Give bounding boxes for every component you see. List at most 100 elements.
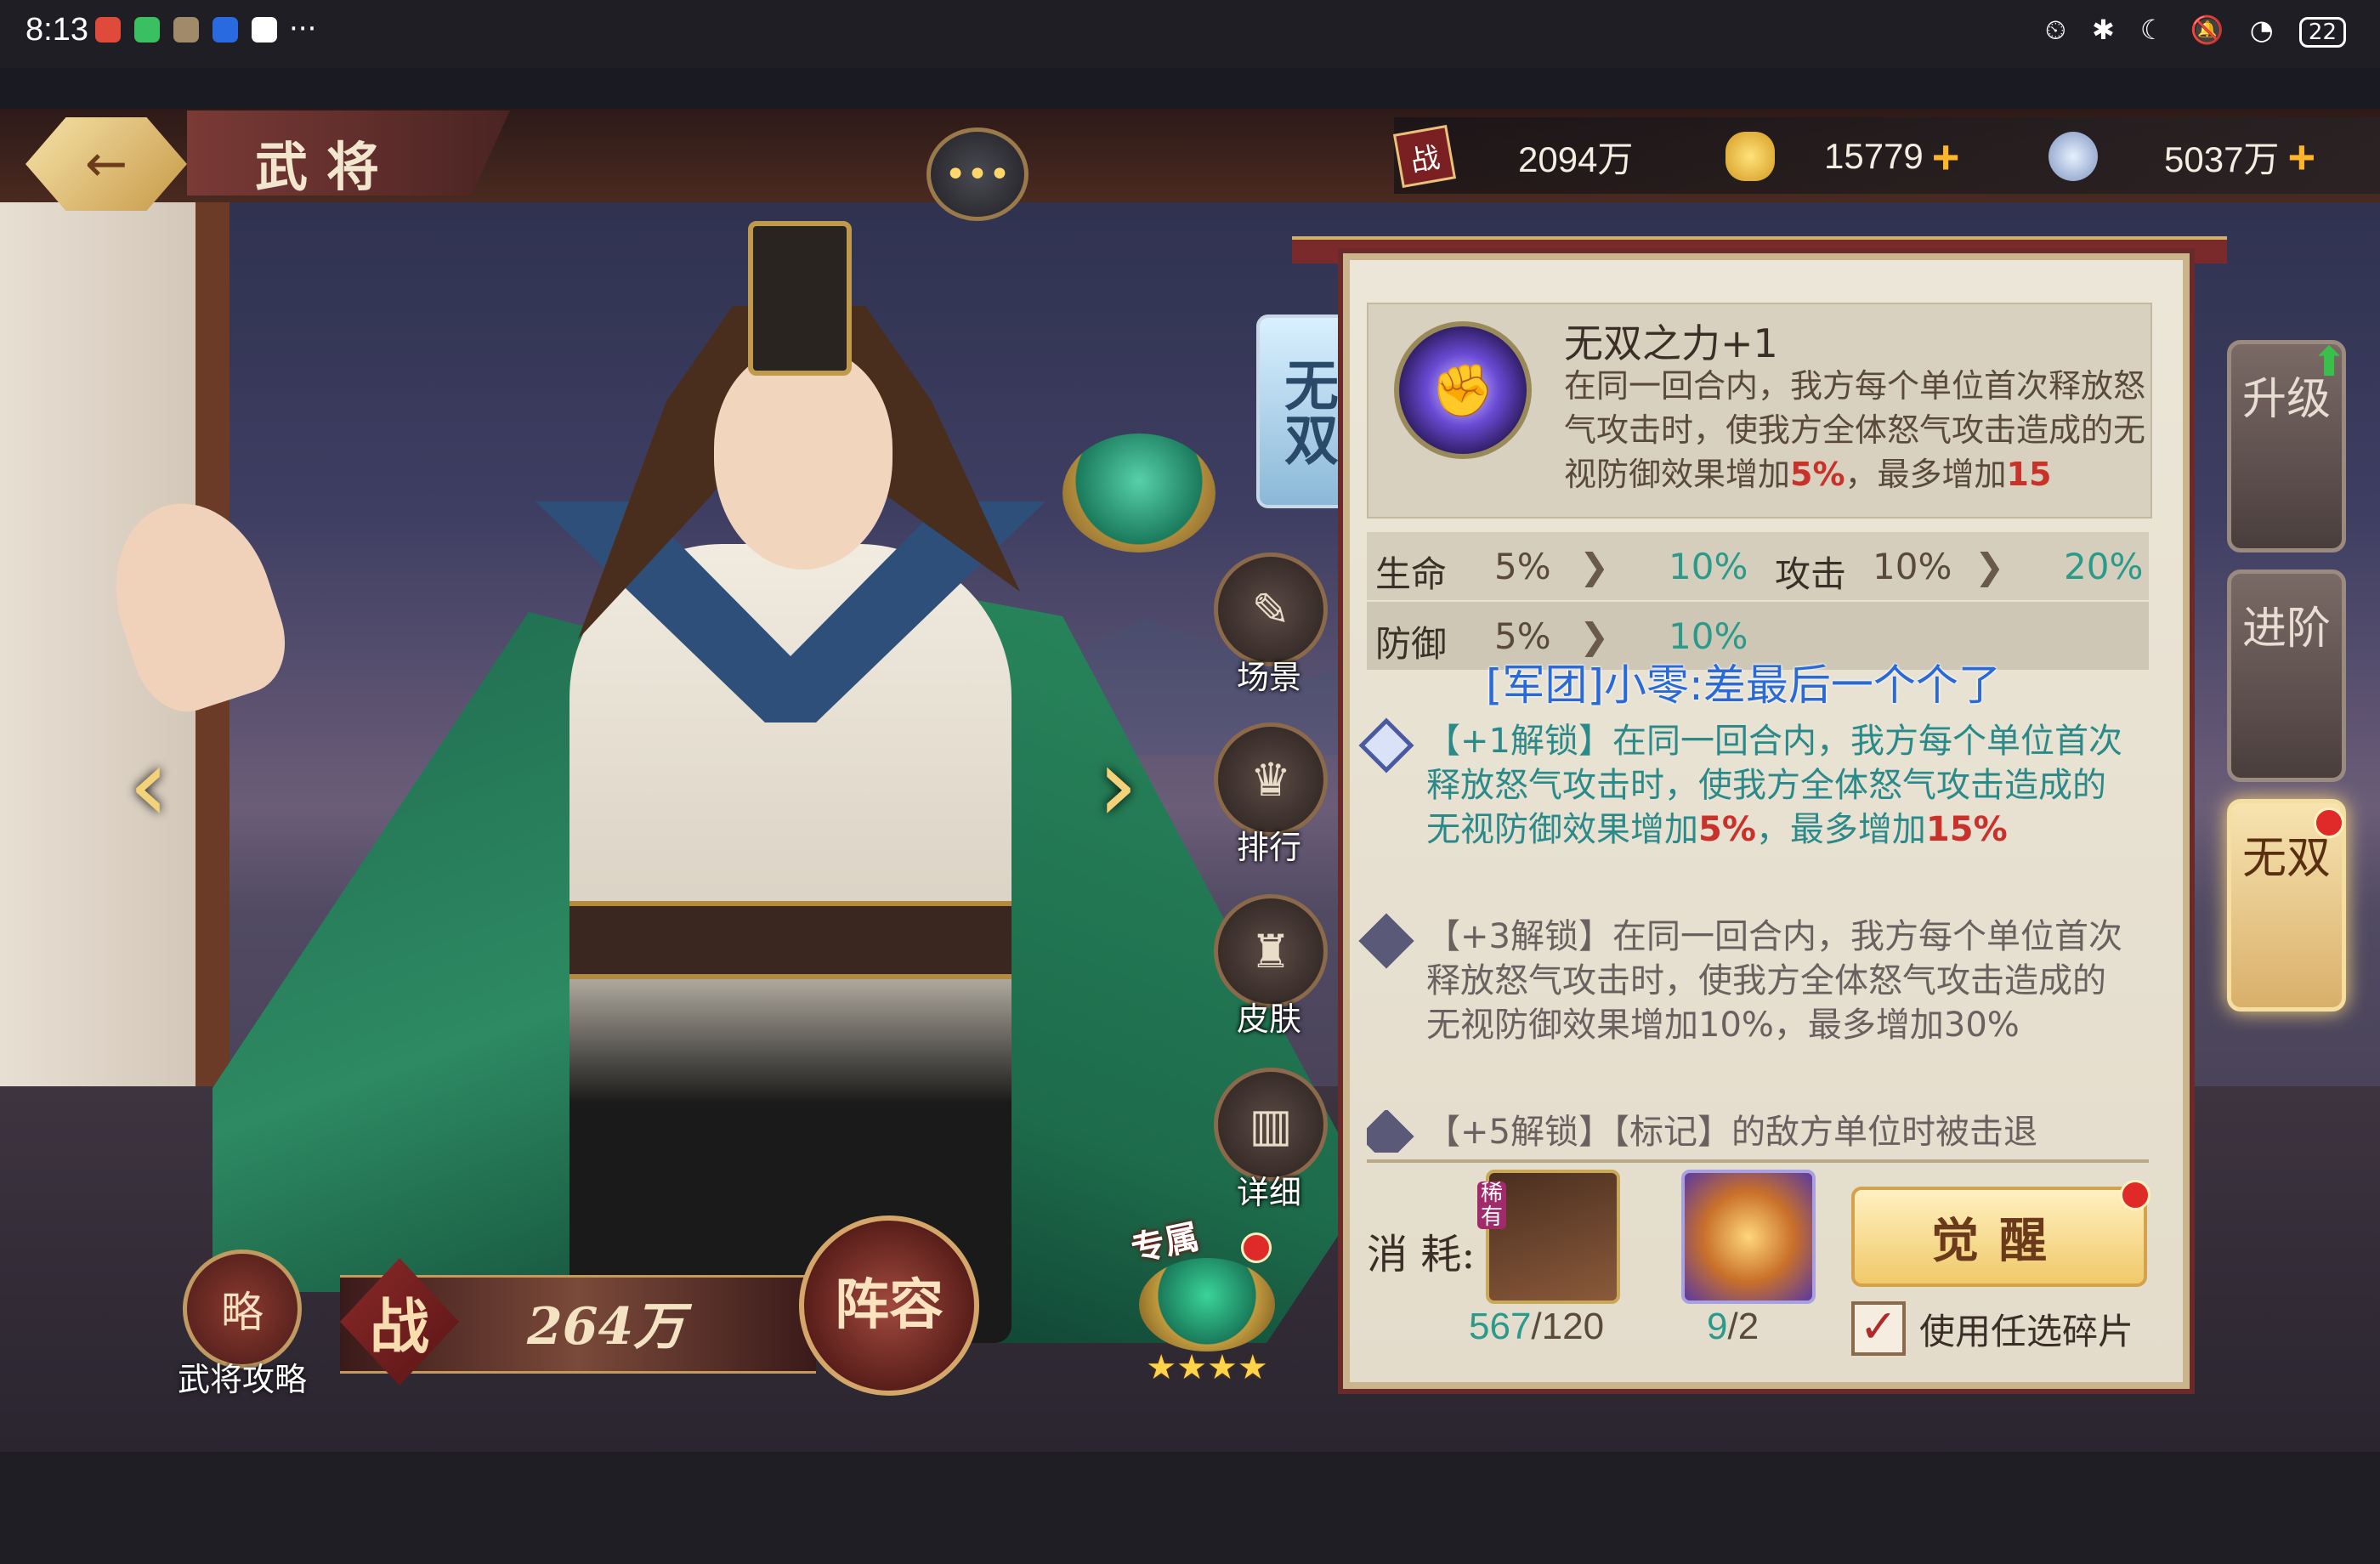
awaken-button[interactable]: 觉醒 <box>1851 1187 2147 1287</box>
fragment-count: 9/2 <box>1707 1306 1759 1348</box>
fist-skill-icon: ✊ <box>1394 321 1532 459</box>
stat-hp-label: 生命 <box>1375 553 1448 595</box>
stat-atk-label: 攻击 <box>1775 553 1847 595</box>
resource-bar: 战 2094万 15779 + 5037万 + <box>1392 117 2380 194</box>
notification-dot <box>2120 1180 2150 1210</box>
cost-label: 消 耗: <box>1367 1231 1476 1278</box>
card1-have: 567 <box>1469 1306 1532 1347</box>
unlock-1-text: 【+1解锁】在同一回合内，我方每个单位首次释放怒气攻击时，使我方全体怒气攻击造成… <box>1426 719 2132 852</box>
exclusive-treasure-button[interactable]: 专属 ★★★★ <box>1122 1207 1292 1387</box>
app-notification-icon <box>212 17 238 42</box>
hero-card-cost[interactable]: 稀有 <box>1477 1170 1620 1304</box>
arrow-right-icon: ❯ <box>1975 546 2005 587</box>
upgrade-available-arrow-icon: ⬆ <box>2312 338 2347 386</box>
censer-item <box>1062 434 1216 552</box>
unlock-tier-5: 【+5解锁】【标记】的敌方单位时被击退 <box>1367 1110 2132 1153</box>
page-title: 武将 <box>255 136 399 198</box>
prev-hero-arrow[interactable]: ‹ <box>102 722 196 850</box>
power-value: 2094万 <box>1518 139 1634 179</box>
stat-row: 生命 5% ❯ 10% 攻击 10% ❯ 20% <box>1367 532 2149 600</box>
coin-resource: 5037万 + <box>2048 129 2315 184</box>
detail-label: 详细 <box>1236 1174 1301 1211</box>
notification-dot <box>1241 1232 1272 1263</box>
diamond-outline-icon <box>1358 717 1414 774</box>
gold-ingot-icon <box>1726 132 1775 181</box>
tab-advance-label: 进阶 <box>2241 604 2331 654</box>
stat-atk-old: 10% <box>1873 546 1952 587</box>
scene-label: 场景 <box>1236 659 1301 696</box>
system-status-icons: ⏲ ✱ ☾ 🔕 ◔ <box>2044 14 2282 46</box>
skin-label: 皮肤 <box>1236 1000 1301 1038</box>
chat-bubble-icon: ••• <box>944 152 1011 196</box>
qq-icon <box>252 17 277 42</box>
censer-treasure-icon <box>1139 1258 1275 1352</box>
hero-head <box>714 348 892 570</box>
card2-have: 9 <box>1707 1306 1728 1347</box>
tab-wushuang-label: 无双 <box>2241 833 2331 884</box>
skill-desc-max: 15 <box>2006 456 2052 493</box>
unlock-1-pct: 5% <box>1698 810 1756 849</box>
use-any-fragment-option[interactable]: ✓ 使用任选碎片 <box>1851 1299 2134 1358</box>
arrow-right-icon: ❯ <box>1579 546 1610 587</box>
divider <box>1367 1159 2149 1163</box>
notification-dot <box>2314 808 2344 838</box>
status-icons: ⏲ ✱ ☾ 🔕 ◔ 22 <box>2045 14 2346 48</box>
guide-label: 武将攻略 <box>177 1361 307 1398</box>
status-bar: 8:13 ··· ⏲ ✱ ☾ 🔕 ◔ 22 <box>0 0 2380 68</box>
unlock-tier-1: 【+1解锁】在同一回合内，我方每个单位首次释放怒气攻击时，使我方全体怒气攻击造成… <box>1358 717 2132 852</box>
checkbox-label: 使用任选碎片 <box>1919 1310 2134 1352</box>
rank-button[interactable]: ♛ 排行 <box>1214 722 1328 868</box>
unlock-1-max: 15% <box>1925 810 2008 849</box>
app-notification-icon <box>173 17 199 42</box>
unlock-5-text: 【+5解锁】【标记】的敌方单位时被击退 <box>1426 1113 2037 1152</box>
add-gold-button[interactable]: + <box>1932 129 1960 184</box>
hero-crown <box>748 221 852 376</box>
unlock-1-mid: ，最多增加 <box>1755 810 1926 849</box>
lineup-button[interactable]: 阵容 <box>799 1216 979 1396</box>
hero-card-count: 567/120 <box>1469 1306 1604 1348</box>
tab-advance[interactable]: 进阶 <box>2227 570 2346 782</box>
scene-icon: ✎ <box>1214 552 1328 666</box>
wechat-icon <box>134 17 160 42</box>
stat-atk-new: 20% <box>2064 546 2144 587</box>
skin-armor-icon: ♜ <box>1214 894 1328 1008</box>
coin-value: 5037万 <box>2164 139 2280 179</box>
next-hero-arrow[interactable]: › <box>1071 722 1164 850</box>
stat-hp-new: 10% <box>1669 546 1748 587</box>
power-resource: 战 2094万 <box>1392 124 1634 189</box>
scene-button[interactable]: ✎ 场景 <box>1214 552 1328 698</box>
battle-power-icon: 战 <box>1392 124 1457 189</box>
diamond-solid-icon <box>1367 1110 1414 1153</box>
battery-icon: 22 <box>2298 17 2346 48</box>
diamond-solid-icon <box>1358 913 1414 969</box>
card1-need: /120 <box>1531 1306 1605 1347</box>
skill-card: ✊ 无双之力+1 在同一回合内，我方每个单位首次释放怒气攻击时，使我方全体怒气攻… <box>1367 303 2152 518</box>
unlock-tier-3: 【+3解锁】在同一回合内，我方每个单位首次释放怒气攻击时，使我方全体怒气攻击造成… <box>1358 913 2132 1047</box>
wushuang-panel: ✊ 无双之力+1 在同一回合内，我方每个单位首次释放怒气攻击时，使我方全体怒气攻… <box>1343 253 2190 1389</box>
chat-button[interactable]: ••• <box>926 128 1028 221</box>
skill-name: 无双之力+1 <box>1564 320 1778 366</box>
back-arrow-icon: ← <box>84 134 128 194</box>
gold-resource: 15779 + <box>1726 129 1960 184</box>
treasure-stars: ★★★★ <box>1146 1348 1268 1387</box>
hero-guide-button[interactable]: 略 武将攻略 <box>166 1250 319 1400</box>
coin-icon <box>2048 132 2098 181</box>
rare-tag: 稀有 <box>1477 1182 1506 1229</box>
rank-label: 排行 <box>1236 829 1301 866</box>
detail-button[interactable]: ▥ 详细 <box>1214 1068 1328 1213</box>
hero-belt <box>570 901 1012 979</box>
bottom-bar <box>0 1452 2380 1564</box>
wushuang-badge: 无双 <box>1256 314 1352 508</box>
unlock-3-text: 【+3解锁】在同一回合内，我方每个单位首次释放怒气攻击时，使我方全体怒气攻击造成… <box>1426 917 2122 1045</box>
book-icon: ▥ <box>1214 1068 1328 1182</box>
stat-def-label: 防御 <box>1375 623 1448 665</box>
guide-icon: 略 <box>183 1250 302 1368</box>
guild-chat-message: [军团]小零:差最后一个个了 <box>1486 660 2001 710</box>
rank-banner-icon: ♛ <box>1214 722 1328 836</box>
skin-button[interactable]: ♜ 皮肤 <box>1214 894 1328 1040</box>
add-coin-button[interactable]: + <box>2287 129 2315 184</box>
gold-value: 15779 <box>1824 136 1924 176</box>
skill-desc-pct: 5% <box>1790 456 1845 493</box>
fragment-cost[interactable] <box>1681 1170 1816 1304</box>
checkbox[interactable]: ✓ <box>1851 1301 1906 1356</box>
